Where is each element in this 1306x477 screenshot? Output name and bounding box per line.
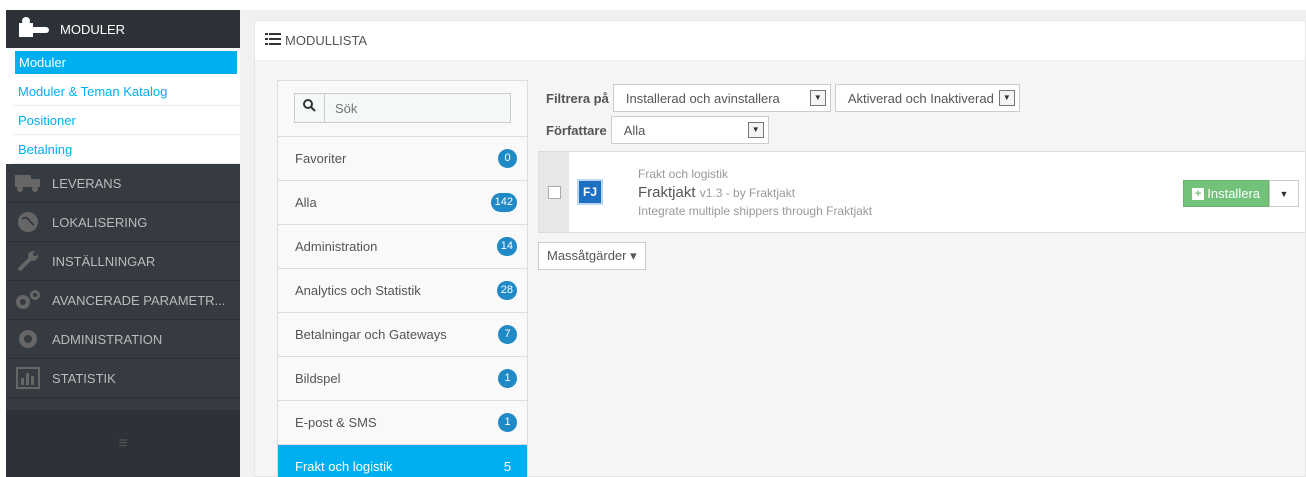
sidebar-item-label: INSTÄLLNINGAR: [52, 253, 156, 269]
caret-down-icon: ▼: [998, 90, 1015, 106]
category-label: Favoriter: [295, 151, 347, 166]
bar-chart-icon: [14, 366, 42, 390]
category-count: 7: [498, 325, 517, 344]
category-count: 14: [496, 237, 517, 256]
search-box: [294, 93, 511, 123]
module-row: FJ Frakt och logistik Fraktjakt v1.3 - b…: [538, 151, 1306, 233]
install-status-value: Installerad och avinstallera: [625, 90, 780, 106]
install-status-select[interactable]: Installerad och avinstallera ▼: [612, 84, 831, 112]
author-value: Alla: [623, 122, 646, 138]
category-count: 1: [498, 369, 517, 388]
active-status-value: Aktiverad och Inaktiverad: [847, 90, 994, 106]
category-shipping[interactable]: Frakt och logistik 5: [278, 445, 527, 477]
module-title: Fraktjakt v1.3 - by Fraktjakt: [638, 184, 872, 201]
sidebar-collapse-button[interactable]: ≡: [6, 410, 240, 477]
module-logo: FJ: [577, 179, 603, 205]
panel-title: MODULLISTA: [285, 32, 368, 48]
category-list: Favoriter 0 Alla 142 Administration 14 Anal…: [277, 80, 528, 477]
category-administration[interactable]: Administration 14: [278, 225, 527, 269]
search-icon: [295, 94, 325, 122]
sidebar-header[interactable]: MODULER: [6, 10, 240, 48]
filter-row: Filtrera på Installerad och avinstallera…: [546, 84, 1024, 112]
sidebar-submenu: Moduler Moduler & Teman Katalog Position…: [6, 48, 240, 164]
sidebar-item-settings[interactable]: INSTÄLLNINGAR: [6, 242, 240, 281]
sidebar-item-advanced[interactable]: AVANCERADE PARAMETR...: [6, 281, 240, 320]
category-count: 142: [490, 193, 517, 212]
module-category: Frakt och logistik: [638, 166, 729, 181]
caret-down-icon: ▼: [809, 90, 826, 106]
category-label: Frakt och logistik: [295, 459, 393, 474]
sidebar-item-label: LEVERANS: [52, 175, 122, 191]
truck-icon: [14, 171, 42, 195]
category-analytics[interactable]: Analytics och Statistik 28: [278, 269, 527, 313]
category-all[interactable]: Alla 142: [278, 181, 527, 225]
category-label: Analytics och Statistik: [295, 283, 421, 298]
sidebar-subitem-moduler[interactable]: Moduler: [12, 48, 240, 77]
category-count: 28: [496, 281, 517, 300]
module-info: Frakt och logistik Fraktjakt v1.3 - by F…: [638, 167, 872, 218]
module-description: Integrate multiple shippers through Frak…: [638, 203, 873, 218]
module-version: v1.3 - by Fraktjakt: [699, 185, 796, 200]
sidebar-item-label: LOKALISERING: [52, 214, 148, 230]
category-label: Administration: [295, 239, 378, 254]
sidebar-item-localization[interactable]: LOKALISERING: [6, 203, 240, 242]
sidebar-subitem-positions[interactable]: Positioner: [12, 106, 240, 135]
category-label: Betalningar och Gateways: [295, 327, 447, 342]
sidebar-subitem-catalog[interactable]: Moduler & Teman Katalog: [12, 77, 240, 106]
module-actions: + Installera ▼: [1183, 180, 1299, 207]
category-count: 1: [498, 413, 517, 432]
sidebar-item-label: AVANCERADE PARAMETR...: [52, 292, 226, 308]
caret-down-icon: ▼: [747, 122, 764, 138]
install-button[interactable]: + Installera: [1183, 180, 1269, 207]
filters: Filtrera på Installerad och avinstallera…: [546, 84, 1024, 148]
search-input[interactable]: [325, 94, 485, 122]
sidebar-item-label: STATISTIK: [52, 370, 116, 386]
author-row: Författare Alla ▼: [546, 116, 1024, 144]
category-email-sms[interactable]: E-post & SMS 1: [278, 401, 527, 445]
puzzle-icon: [19, 17, 49, 37]
install-dropdown-button[interactable]: ▼: [1269, 180, 1299, 207]
category-count: 5: [503, 459, 512, 474]
install-label: Installera: [1207, 186, 1260, 201]
category-favorites[interactable]: Favoriter 0: [278, 137, 527, 181]
category-search: [278, 81, 527, 137]
category-count: 0: [498, 149, 517, 168]
sidebar-header-label: MODULER: [60, 21, 126, 37]
bulk-actions-button[interactable]: Massåtgärder ▾: [538, 242, 646, 270]
main-content: MODULLISTA Favoriter 0 Alla 142 Administra…: [240, 10, 1306, 477]
module-checkbox-cell: [539, 152, 569, 232]
sidebar-item-shipping[interactable]: LEVERANS: [6, 164, 240, 203]
category-slideshow[interactable]: Bildspel 1: [278, 357, 527, 401]
module-name: Fraktjakt: [638, 183, 696, 201]
plus-icon: +: [1192, 187, 1205, 200]
category-payments[interactable]: Betalningar och Gateways 7: [278, 313, 527, 357]
active-status-select[interactable]: Aktiverad och Inaktiverad ▼: [834, 84, 1020, 112]
module-checkbox[interactable]: [547, 185, 561, 199]
author-label: Författare: [546, 122, 607, 138]
sidebar-item-label: ADMINISTRATION: [52, 331, 163, 347]
sidebar-item-statistics[interactable]: STATISTIK: [6, 359, 240, 398]
sidebar: MODULER Moduler Moduler & Teman Katalog …: [6, 10, 240, 477]
filter-label: Filtrera på: [546, 90, 609, 106]
caret-down-icon: ▼: [1279, 188, 1289, 199]
category-label: E-post & SMS: [295, 415, 377, 430]
gear-icon: [14, 327, 42, 351]
category-label: Bildspel: [295, 371, 341, 386]
gears-icon: [14, 288, 42, 312]
category-label: Alla: [295, 195, 317, 210]
sidebar-subitem-payment[interactable]: Betalning: [12, 135, 240, 164]
author-select[interactable]: Alla ▼: [610, 116, 769, 144]
globe-icon: [14, 210, 42, 234]
panel-heading: MODULLISTA: [255, 21, 1305, 61]
sidebar-item-administration[interactable]: ADMINISTRATION: [6, 320, 240, 359]
list-icon: [265, 21, 281, 61]
wrench-icon: [14, 249, 42, 273]
bulk-actions-label: Massåtgärder ▾: [547, 248, 637, 263]
